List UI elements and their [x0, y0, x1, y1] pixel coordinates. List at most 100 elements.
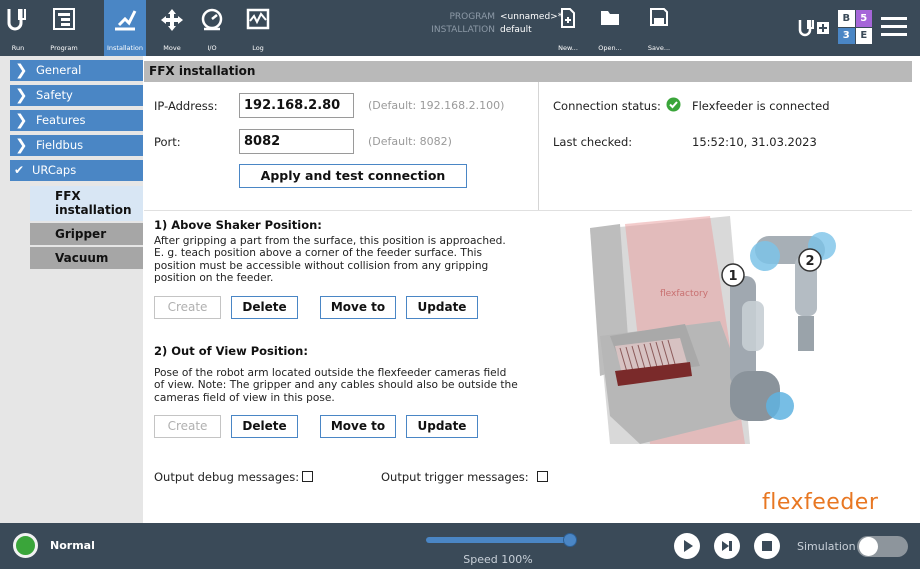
section1-update-button[interactable]: Update: [406, 296, 478, 319]
sidebar-item-label: Features: [36, 113, 86, 127]
urplus-icon: [798, 20, 829, 37]
run-tab[interactable]: Run: [0, 0, 36, 56]
chevron-right-icon: ❯: [15, 111, 28, 129]
section1-move-to-button[interactable]: Move to: [320, 296, 396, 319]
section1-line: After gripping a part from the surface, …: [154, 235, 506, 247]
debug-messages-label: Output debug messages:: [154, 470, 300, 484]
sidebar-item-urcaps[interactable]: ✔ URCaps: [10, 160, 143, 181]
open-button-label: Open...: [598, 44, 622, 52]
feeder-brand-text: flexfactory: [660, 289, 709, 299]
sidebar-item-label: Fieldbus: [36, 138, 84, 152]
port-field[interactable]: 8082: [239, 129, 354, 154]
log-tab[interactable]: Log: [240, 0, 276, 56]
sidebar-item-features[interactable]: ❯ Features: [10, 110, 143, 131]
log-icon: [246, 8, 270, 30]
section2-line: cameras field of view in this pose.: [154, 391, 335, 404]
sidebar-subitem-ffx-installation[interactable]: FFX installation: [30, 186, 143, 221]
section1-line: position on the feeder.: [154, 272, 274, 285]
play-button[interactable]: [674, 533, 700, 559]
run-tab-label: Run: [11, 44, 25, 52]
sidebar-subitem-vacuum[interactable]: Vacuum: [30, 247, 143, 269]
check-circle-icon: [666, 97, 681, 112]
section1-title: 1) Above Shaker Position:: [154, 218, 322, 232]
sidebar-item-label: General: [36, 63, 82, 77]
io-icon: [201, 8, 223, 31]
section1-delete-button[interactable]: Delete: [231, 296, 298, 319]
connection-status-label: Connection status:: [553, 99, 661, 113]
stop-button[interactable]: [754, 533, 780, 559]
speed-slider-track[interactable]: [426, 537, 570, 543]
chevron-right-icon: ❯: [15, 136, 28, 154]
new-button-label: New...: [558, 44, 578, 52]
footer-bar: Normal Speed 100% Simulation: [0, 523, 920, 569]
port-default-hint: (Default: 8082): [368, 135, 452, 148]
section2-create-button[interactable]: Create: [154, 415, 221, 438]
hamburger-menu-icon: [881, 17, 907, 36]
program-key: PROGRAM: [449, 12, 495, 22]
program-name: <unnamed>*: [500, 12, 563, 22]
program-icon: [53, 8, 75, 30]
sidebar-subitem-gripper[interactable]: Gripper: [30, 223, 143, 245]
connection-status-value: Flexfeeder is connected: [692, 99, 830, 113]
sidebar-subitem-label: FFX installation: [55, 189, 132, 217]
installation-icon: [115, 10, 137, 31]
flexfeeder-logo: flexfeeder: [762, 490, 879, 515]
speed-label: Speed 100%: [463, 553, 533, 566]
main-panel: IP-Address: 192.168.2.80 (Default: 192.1…: [144, 82, 912, 523]
chevron-right-icon: ❯: [15, 61, 28, 79]
new-button[interactable]: New...: [554, 0, 582, 56]
chevron-right-icon: ❯: [15, 86, 28, 104]
trigger-messages-label: Output trigger messages:: [381, 470, 529, 484]
sidebar-subitem-label: Gripper: [55, 227, 107, 241]
save-button[interactable]: Save...: [644, 0, 674, 56]
ip-address-field[interactable]: 192.168.2.80: [239, 93, 354, 118]
menu-button[interactable]: [880, 14, 908, 40]
marker-1: 1: [728, 269, 737, 284]
installation-name: default: [500, 25, 532, 35]
io-tab[interactable]: I/O: [194, 0, 230, 56]
section2-update-button[interactable]: Update: [406, 415, 478, 438]
move-tab[interactable]: Move: [154, 0, 190, 56]
sidebar-item-safety[interactable]: ❯ Safety: [10, 85, 143, 106]
trigger-messages-checkbox[interactable]: [537, 471, 548, 482]
program-tab[interactable]: Program: [36, 0, 92, 56]
program-tab-label: Program: [50, 44, 78, 52]
section2-title: 2) Out of View Position:: [154, 344, 308, 358]
step-button[interactable]: [714, 533, 740, 559]
debug-messages-checkbox[interactable]: [302, 471, 313, 482]
simulation-toggle[interactable]: [857, 536, 908, 557]
be-status-badge[interactable]: B 5 3 E: [838, 10, 872, 44]
open-button[interactable]: Open...: [594, 0, 626, 56]
simulation-label: Simulation: [797, 540, 856, 553]
top-bar: Run Program Installation Move I/O Log PR…: [0, 0, 920, 56]
page-title: FFX installation: [144, 61, 912, 82]
badge-cell-e: E: [855, 27, 872, 44]
move-arrows-icon: [161, 9, 183, 31]
robot-status-indicator[interactable]: [13, 533, 38, 558]
installation-tab[interactable]: Installation: [104, 0, 146, 56]
ur-logo-icon: [7, 9, 26, 31]
section2-delete-button[interactable]: Delete: [231, 415, 298, 438]
section2-line: of view. Note: The gripper and any cable…: [154, 379, 518, 392]
section2-description: Pose of the robot arm located outside th…: [154, 367, 554, 404]
divider: [144, 210, 912, 211]
io-tab-label: I/O: [207, 44, 217, 52]
apply-test-connection-button[interactable]: Apply and test connection: [239, 164, 467, 188]
section1-create-button[interactable]: Create: [154, 296, 221, 319]
sidebar-item-fieldbus[interactable]: ❯ Fieldbus: [10, 135, 143, 156]
section1-line: E. g. teach position above a corner of t…: [154, 247, 483, 260]
section2-move-to-button[interactable]: Move to: [320, 415, 396, 438]
last-checked-value: 15:52:10, 31.03.2023: [692, 135, 817, 149]
ip-address-label: IP-Address:: [154, 99, 218, 113]
play-icon: [684, 540, 693, 552]
sidebar-item-general[interactable]: ❯ General: [10, 60, 143, 81]
marker-2: 2: [805, 254, 814, 269]
sidebar: ❯ General ❯ Safety ❯ Features ❯ Fieldbus…: [0, 56, 143, 523]
sidebar-item-label: Safety: [36, 88, 73, 102]
port-label: Port:: [154, 135, 181, 149]
speed-slider-handle[interactable]: [563, 533, 577, 547]
urplus-button[interactable]: [797, 17, 831, 39]
installation-tab-label: Installation: [106, 44, 143, 52]
chevron-down-icon: ✔: [14, 163, 25, 177]
log-tab-label: Log: [252, 44, 264, 52]
